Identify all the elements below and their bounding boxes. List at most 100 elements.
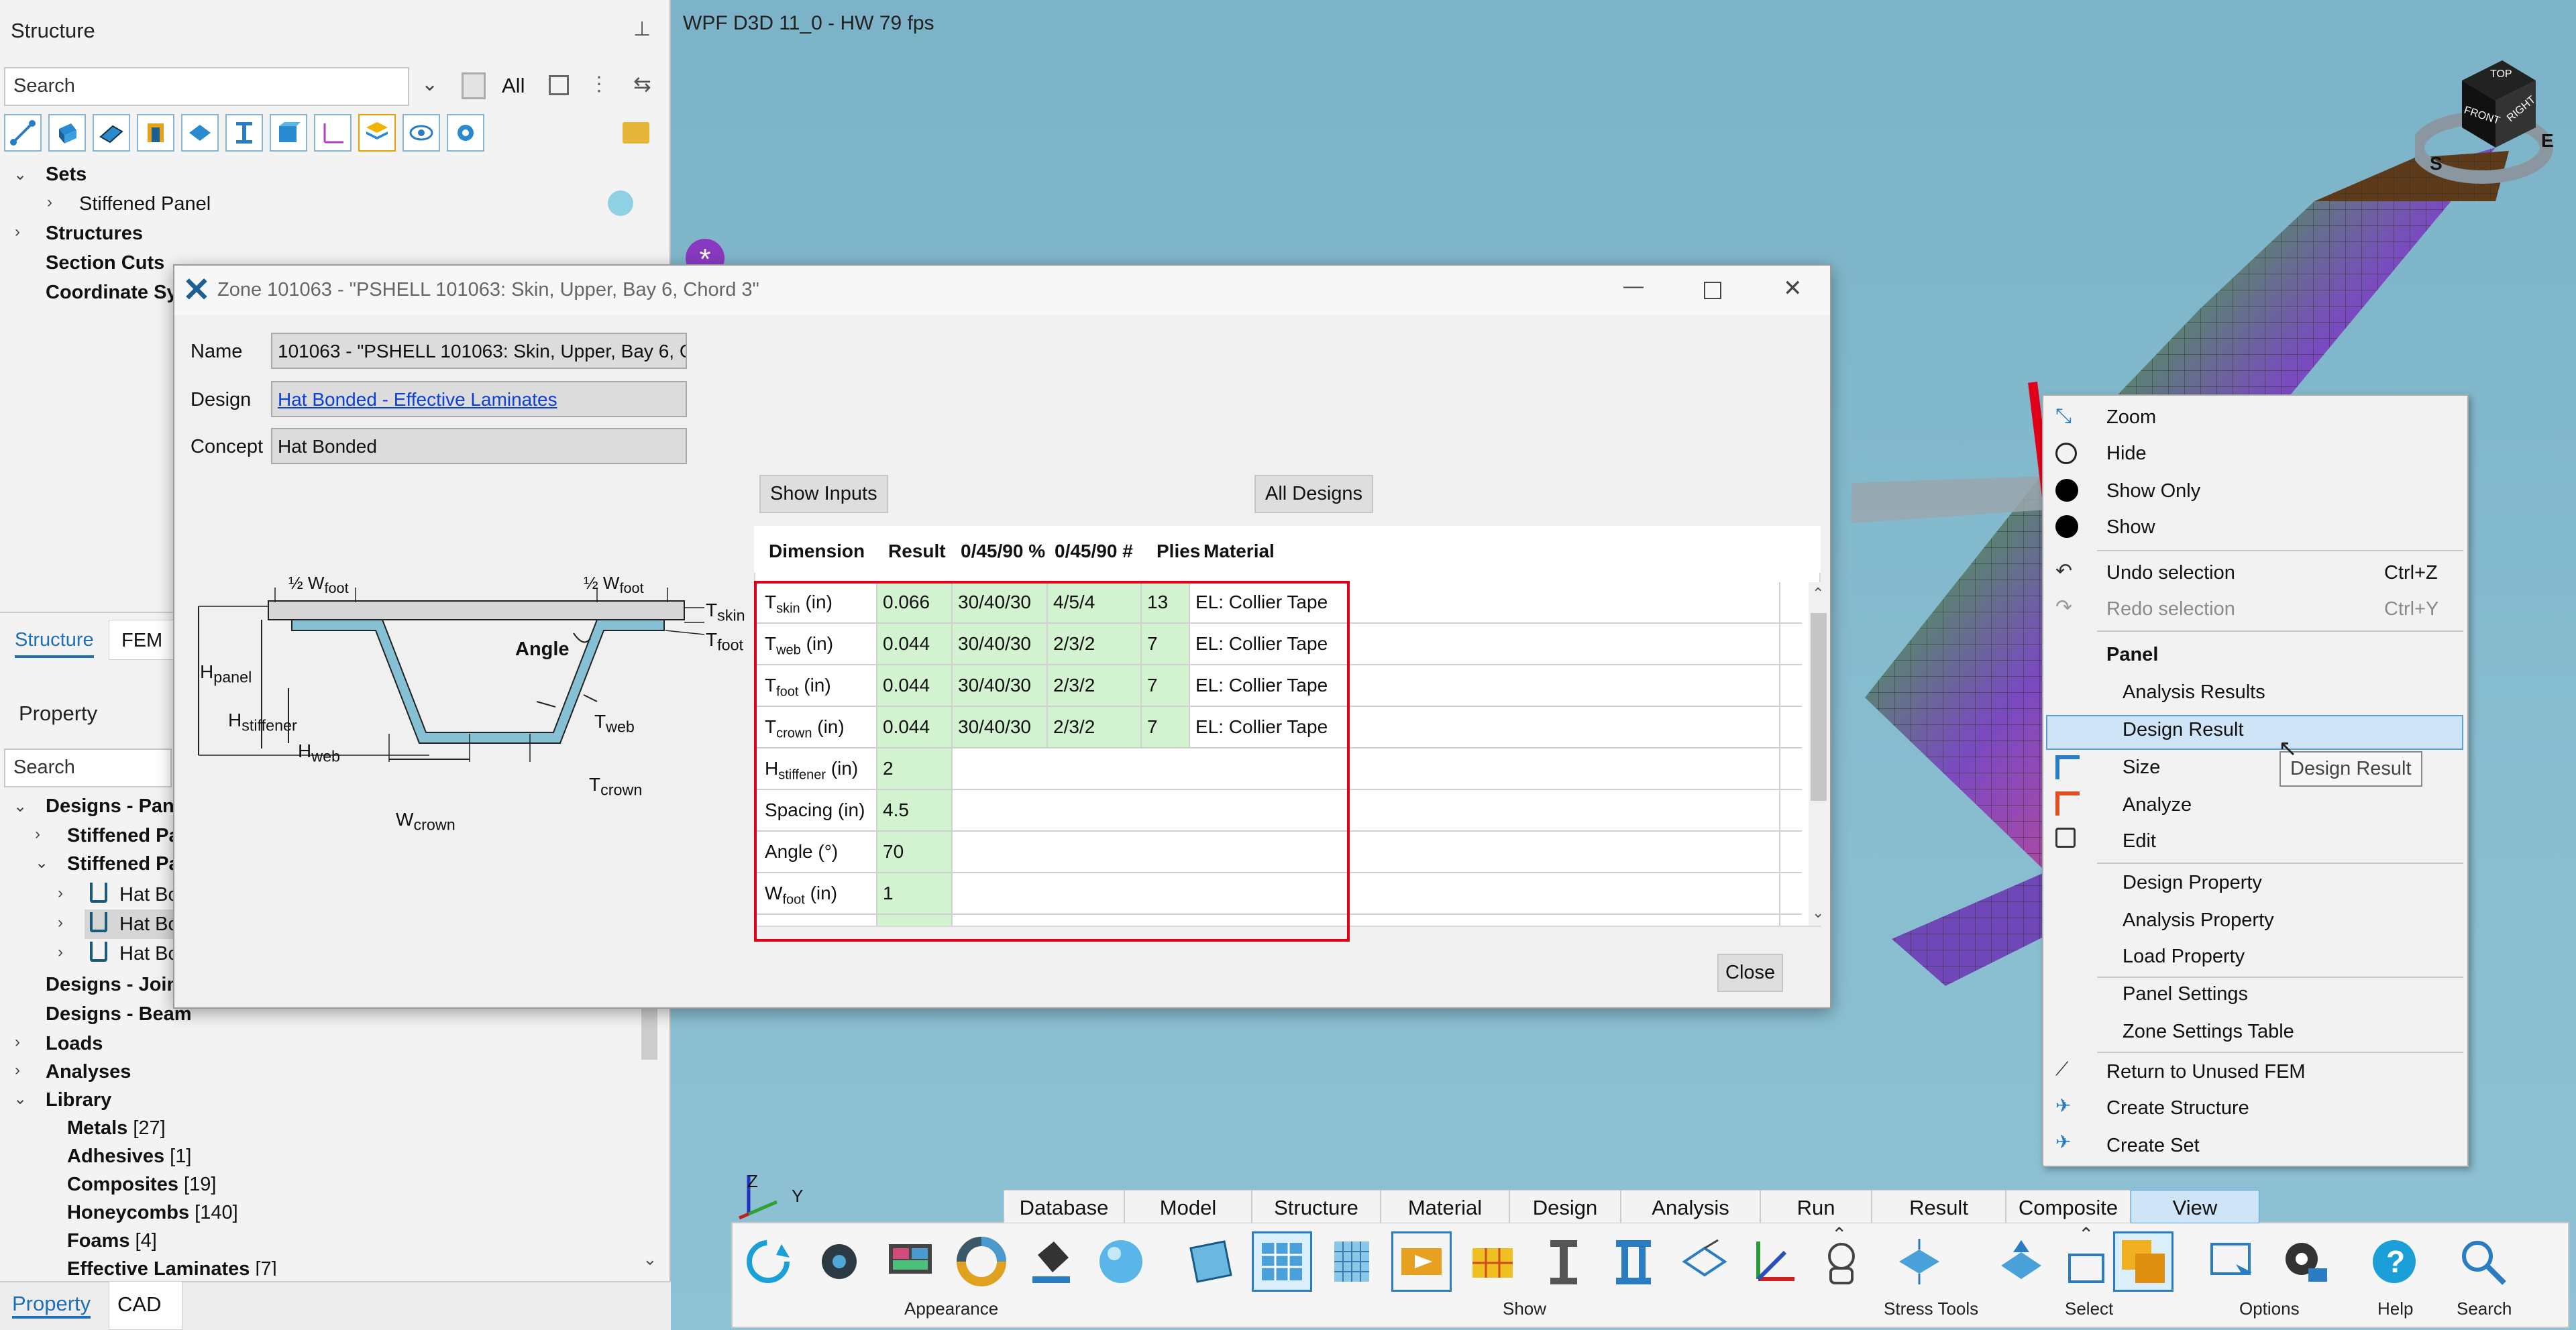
ribbon-tab-material[interactable]: Material [1381, 1190, 1509, 1223]
scroll-up-icon[interactable]: ⌃ [1812, 585, 1824, 602]
tree-library[interactable]: Library [46, 1089, 111, 1111]
tree-structures[interactable]: Structures [46, 223, 143, 245]
tree-hat-3[interactable]: Hat Bo [119, 943, 179, 965]
menu-undo-selection[interactable]: Undo selection [2106, 562, 2235, 584]
layers-icon[interactable] [358, 114, 396, 152]
property-search-input[interactable]: Search [4, 749, 172, 787]
arrow-show-icon[interactable] [1391, 1231, 1452, 1292]
ribbon-tab-result[interactable]: Result [1872, 1190, 2006, 1223]
set-color-swatch[interactable] [608, 190, 633, 216]
hierarchy-icon[interactable]: ⋮ [589, 72, 609, 96]
select-plane-icon[interactable] [1991, 1231, 2051, 1292]
tree-coordinate-systems[interactable]: Coordinate Sy [46, 282, 178, 304]
expand-icon[interactable]: › [15, 223, 20, 241]
collapse-icon[interactable]: ⌄ [13, 797, 27, 816]
scroll-down-icon[interactable]: ⌄ [1812, 904, 1824, 922]
tree-stiffened-panel[interactable]: Stiffened Panel [79, 193, 211, 215]
menu-analysis-results[interactable]: Analysis Results [2123, 681, 2265, 704]
panel-icon[interactable] [181, 114, 219, 152]
tree-adhesives[interactable]: Adhesives [1] [67, 1146, 191, 1168]
tree-stiffened-panel-2[interactable]: Stiffened Pa [67, 853, 180, 875]
plate-show-icon[interactable] [1674, 1231, 1735, 1292]
expand-up-icon[interactable]: ⌃ [2078, 1223, 2094, 1245]
menu-design-property[interactable]: Design Property [2123, 872, 2262, 894]
display-icon[interactable] [880, 1231, 941, 1292]
tree-hat-2[interactable]: Hat Bo [119, 913, 179, 936]
tree-hat-1[interactable]: Hat Bo [119, 884, 179, 906]
ribbon-tab-analysis[interactable]: Analysis [1621, 1190, 1760, 1223]
expand-icon[interactable]: › [58, 943, 63, 962]
tree-designs-joint[interactable]: Designs - Join [46, 974, 178, 996]
maximize-icon[interactable] [1704, 282, 1721, 299]
table-scrollbar-thumb[interactable] [1811, 613, 1827, 801]
menu-load-property[interactable]: Load Property [2123, 946, 2245, 968]
menu-analyze[interactable]: Analyze [2123, 794, 2192, 816]
refresh-icon[interactable] [738, 1231, 798, 1292]
plane-show-icon[interactable] [1181, 1231, 1241, 1292]
tree-section-cuts[interactable]: Section Cuts [46, 252, 164, 274]
menu-zoom[interactable]: Zoom [2106, 406, 2156, 429]
close-icon[interactable]: ✕ [1783, 275, 1803, 302]
beam-show-icon[interactable] [1534, 1231, 1594, 1292]
tree-analyses[interactable]: Analyses [46, 1061, 131, 1083]
all-designs-button[interactable]: All Designs [1254, 475, 1374, 513]
menu-show[interactable]: Show [2106, 516, 2155, 539]
tree-metals[interactable]: Metals [27] [67, 1117, 166, 1140]
name-field[interactable]: 101063 - "PSHELL 101063: Skin, Upper, Ba… [271, 333, 687, 369]
structure-search-input[interactable]: Search [4, 67, 409, 106]
swap-icon[interactable]: ⇆ [633, 71, 651, 97]
help-icon[interactable]: ? [2364, 1231, 2424, 1292]
ribbon-tab-database[interactable]: Database [1004, 1190, 1124, 1223]
options-window-icon[interactable] [2202, 1231, 2262, 1292]
expand-icon[interactable]: › [58, 913, 63, 932]
tree-sets[interactable]: Sets [46, 164, 87, 186]
options-gear-icon[interactable] [2274, 1231, 2334, 1292]
view-cube[interactable]: TOP FRONT RIGHT S E [2411, 54, 2563, 188]
expand-up-icon[interactable]: ⌃ [1831, 1223, 1847, 1245]
tree-loads[interactable]: Loads [46, 1033, 103, 1055]
tree-stiffened-panel-1[interactable]: Stiffened Pa [67, 825, 180, 847]
sphere-icon[interactable] [1091, 1231, 1151, 1292]
tree-composites[interactable]: Composites [19] [67, 1174, 216, 1196]
table-scrollbar[interactable]: ⌃ ⌄ [1809, 582, 1829, 926]
ribbon-tab-structure[interactable]: Structure [1252, 1190, 1381, 1223]
tab-property[interactable]: Property [12, 1292, 91, 1319]
menu-analysis-property[interactable]: Analysis Property [2123, 909, 2274, 932]
tree-honeycombs[interactable]: Honeycombs [140] [67, 1202, 238, 1224]
plate-icon[interactable] [93, 114, 130, 152]
filter-all-label[interactable]: All [502, 74, 525, 98]
menu-edit[interactable]: Edit [2123, 830, 2156, 852]
menu-create-structure[interactable]: Create Structure [2106, 1097, 2249, 1119]
search-icon[interactable] [2453, 1231, 2513, 1292]
expand-icon[interactable]: › [35, 825, 40, 844]
tree-designs-beam[interactable]: Designs - Beam [46, 1003, 192, 1026]
axes-show-icon[interactable] [1744, 1231, 1805, 1292]
box-icon[interactable] [270, 114, 307, 152]
stress-tools-icon[interactable] [1889, 1231, 1949, 1292]
settings-gear-icon[interactable] [809, 1231, 869, 1292]
select-multi-icon[interactable] [2113, 1231, 2174, 1292]
chevron-down-icon[interactable]: ⌄ [421, 72, 438, 96]
tab-fem[interactable]: FEM [109, 620, 176, 660]
concept-field[interactable]: Hat Bonded [271, 428, 687, 464]
menu-size[interactable]: Size [2123, 757, 2160, 779]
tab-structure[interactable]: Structure [15, 629, 94, 658]
close-button[interactable]: Close [1717, 954, 1784, 992]
tab-cad[interactable]: CAD [109, 1281, 182, 1330]
menu-zone-settings-table[interactable]: Zone Settings Table [2123, 1021, 2294, 1043]
menu-design-result[interactable]: Design Result [2123, 719, 2244, 741]
collapse-icon[interactable]: ⌄ [35, 853, 48, 873]
menu-hide[interactable]: Hide [2106, 443, 2147, 465]
ribbon-tab-view[interactable]: View [2131, 1190, 2259, 1223]
ribbon-tab-run[interactable]: Run [1760, 1190, 1872, 1223]
cube-filter-icon[interactable] [462, 72, 486, 99]
expand-icon[interactable]: › [15, 1061, 20, 1080]
paint-bucket-icon[interactable] [1021, 1231, 1081, 1292]
solid-icon[interactable] [48, 114, 86, 152]
copy-icon[interactable] [549, 75, 569, 95]
expand-icon[interactable]: › [47, 193, 52, 212]
color-wheel-icon[interactable] [951, 1231, 1012, 1292]
menu-panel-settings[interactable]: Panel Settings [2123, 983, 2248, 1005]
ribbon-tab-composite[interactable]: Composite [2006, 1190, 2131, 1223]
ribbon-tab-design[interactable]: Design [1509, 1190, 1621, 1223]
